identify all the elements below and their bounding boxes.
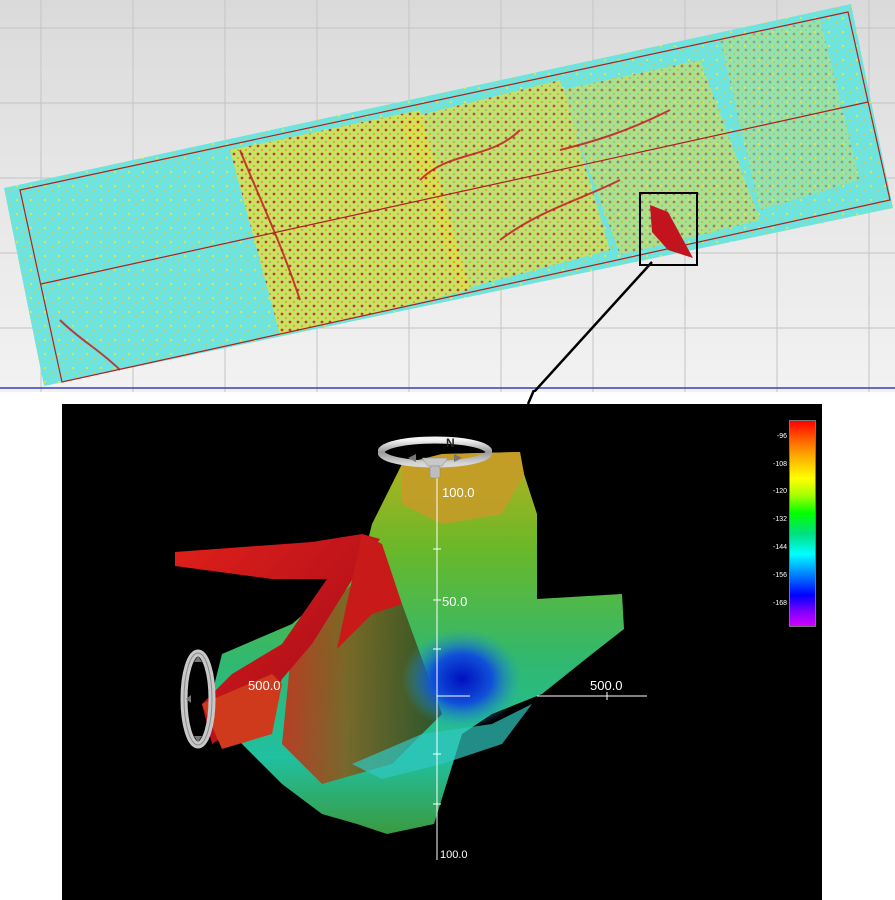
terrain-surface[interactable] — [175, 452, 624, 834]
legend-tick: -156 — [772, 572, 787, 579]
axis-label-horizontal-left: 500.0 — [248, 678, 281, 693]
compass-north-label: N — [446, 436, 455, 450]
legend-tick: -144 — [772, 544, 787, 551]
bathymetry-swath[interactable] — [4, 4, 893, 386]
legend-tick: -132 — [772, 516, 787, 523]
axis-label-horizontal-right: 500.0 — [590, 678, 623, 693]
legend-tick: -96 — [776, 433, 787, 440]
compass-ring-icon[interactable] — [378, 434, 492, 490]
survey-overview-panel[interactable] — [0, 0, 895, 392]
tilt-ring-icon[interactable] — [178, 648, 218, 750]
survey-overview-canvas[interactable] — [0, 0, 895, 392]
depth-color-legend: -96 -108 -120 -132 -144 -156 -168 — [773, 420, 816, 627]
axis-label-vertical-mid: 50.0 — [442, 594, 468, 609]
legend-tick: -168 — [772, 600, 787, 607]
terrain-3d-view[interactable]: 100.0 50.0 100.0 500.0 500.0 N -96 -108 … — [62, 404, 822, 900]
legend-tick: -120 — [772, 488, 787, 495]
legend-color-bar — [789, 420, 816, 627]
axis-label-vertical-bottom: 100.0 — [440, 849, 468, 861]
legend-tick: -108 — [772, 461, 787, 468]
